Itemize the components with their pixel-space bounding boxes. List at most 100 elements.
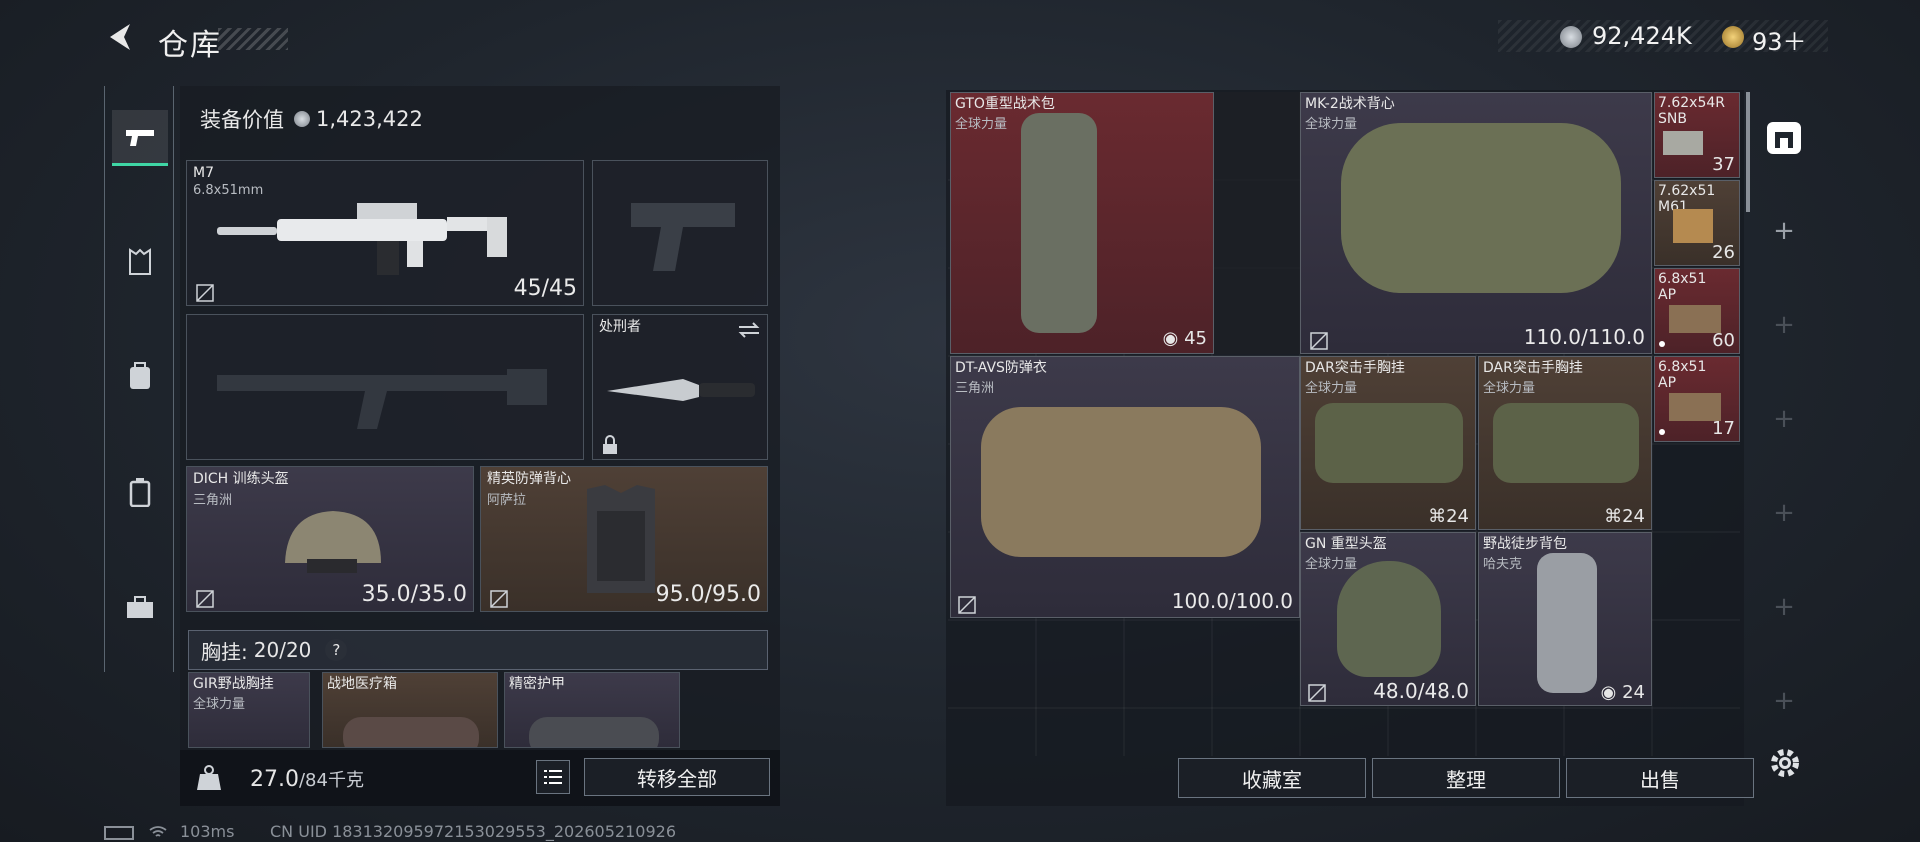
grid-item[interactable]: GN 重型头盔 全球力量 48.0/48.0 [1300,532,1476,706]
grid-item[interactable]: 野战徒步背包 哈夫克 ◉ 24 [1478,532,1652,706]
grid-item[interactable]: 6.8x51 AP 17 [1654,356,1740,442]
empty-slot[interactable] [1214,92,1300,354]
armor-slot[interactable]: 精英防弹背心 阿萨拉 95.0/95.0 [480,466,768,612]
plus-icon[interactable]: + [1756,404,1812,434]
armor-durability: 95.0/95.0 [655,582,761,607]
item-value: 100.0/100.0 [1171,589,1293,613]
item-name: 野战徒步背包 [1483,536,1567,552]
chest-item[interactable]: 精密护甲 [504,672,680,748]
backpack-image [1021,113,1097,333]
grid-item[interactable]: DAR突击手胸挂 全球力量 ⌘24 [1300,356,1476,530]
plus-icon[interactable]: + [1756,216,1812,246]
grid-item[interactable]: 7.62x54R SNB 37 [1654,92,1740,178]
chest-item-name: GIR野战胸挂 [193,676,274,692]
tab-vests[interactable] [112,234,168,290]
vest-icon [129,248,151,275]
no-insure-icon [196,590,214,608]
equipment-value-label: 装备价值 [200,108,284,132]
weapon-ammo: 45/45 [513,276,577,301]
grid-scrollbar[interactable] [1746,92,1750,212]
grid-item[interactable]: GTO重型战术包 全球力量 ◉ 45 [950,92,1214,354]
item-name: GN 重型头盔 [1305,536,1387,552]
toolbox-icon [127,596,153,618]
tab-weapons[interactable] [112,110,168,166]
grid-item[interactable]: DT-AVS防弹衣 三角洲 100.0/100.0 [950,356,1300,618]
dot-icon [1659,429,1665,435]
tab-backpacks[interactable] [112,348,168,404]
silver-balance: 92,424K [1592,22,1692,50]
item-value: ⌘24 [1604,506,1645,527]
item-count: 60 [1712,330,1735,351]
chest-item[interactable]: GIR野战胸挂 全球力量 [188,672,310,748]
plus-icon[interactable]: + [1756,498,1812,528]
weight-icon [197,765,221,790]
chest-item-name: 战地医疗箱 [327,676,397,692]
item-name: GTO重型战术包 [955,96,1055,112]
primary-weapon-slot[interactable]: M7 6.8x51mm 45/45 [186,160,584,306]
user-uid: CN UID 1831320959721530​29553_2026052109… [270,822,676,841]
sell-button[interactable]: 出售 [1566,758,1754,798]
battery-icon [104,826,134,840]
transfer-all-button[interactable]: 转移全部 [584,758,770,796]
helmet-durability: 35.0/35.0 [361,582,467,607]
item-value: ◉ 24 [1601,682,1645,703]
helmet-image [285,511,381,573]
knife-image [607,379,755,401]
no-insure-icon [958,596,976,614]
item-count: 26 [1712,242,1735,263]
chest-count: 20/20 [253,638,312,662]
weight-current: 27.0 [250,767,299,792]
helmet-faction: 三角洲 [193,493,233,508]
vest-image [1341,123,1621,293]
case-icon [129,478,151,507]
back-arrow-icon[interactable] [104,20,138,54]
plus-icon[interactable]: + [1756,310,1812,340]
backpack-icon: ◉ [1162,328,1185,349]
gear-icon[interactable] [1768,746,1802,784]
grid-item[interactable]: 7.62x51 M61 26 [1654,180,1740,266]
item-faction: 全球力量 [1305,117,1358,132]
silver-coin-icon [1560,26,1582,48]
safe-tab[interactable] [1756,110,1812,166]
equipment-value: 装备价值 1,423,422 [188,96,768,142]
item-faction: 全球力量 [1483,381,1536,396]
list-icon[interactable] [536,760,570,794]
grid-item[interactable]: MK-2战术背心 全球力量 110.0/110.0 [1300,92,1652,354]
secondary-weapon-slot[interactable] [186,314,584,460]
helmet-image [1337,561,1441,677]
swap-icon[interactable] [737,321,761,339]
equipment-value-amount: 1,423,422 [316,107,423,131]
item-count: 37 [1712,154,1735,175]
vest-icon: ⌘ [1604,506,1623,527]
no-insure-icon [490,590,508,608]
item-faction: 全球力量 [955,117,1008,132]
backpack-icon: ◉ [1600,682,1623,703]
tab-cases[interactable] [112,464,168,520]
help-icon[interactable]: ? [325,639,348,661]
chest-rig-header[interactable]: 胸挂: 20/20 ? [188,630,768,670]
weight-max: /84千克 [298,770,364,791]
organize-button[interactable]: 整理 [1372,758,1560,798]
no-insure-icon [196,284,214,302]
collection-button[interactable]: 收藏室 [1178,758,1366,798]
pistol-icon [126,129,154,146]
melee-slot[interactable]: 处刑者 [592,314,768,460]
tab-tools[interactable] [112,580,168,636]
grid-item[interactable]: DAR突击手胸挂 全球力量 ⌘24 [1478,356,1652,530]
plus-icon[interactable]: + [1756,686,1812,716]
pistol-slot[interactable] [592,160,768,306]
lock-icon [603,435,617,454]
plus-icon[interactable]: + [1756,592,1812,622]
item-value-text: 24 [1622,682,1645,703]
item-value: 48.0/48.0 [1373,679,1469,703]
helmet-slot[interactable]: DICH 训练头盔 三角洲 35.0/35.0 [186,466,474,612]
item-value: ⌘24 [1428,506,1469,527]
title-decoration [218,28,288,50]
grid-item[interactable]: 6.8x51 AP 60 [1654,268,1740,354]
armor-faction: 阿萨拉 [487,493,527,508]
gold-balance[interactable]: 93＋ [1752,22,1807,57]
armor-image [981,407,1261,557]
ammo-image [1669,305,1721,333]
chest-item[interactable]: 战地医疗箱 [322,672,498,748]
pistol-silhouette-icon [631,203,735,271]
